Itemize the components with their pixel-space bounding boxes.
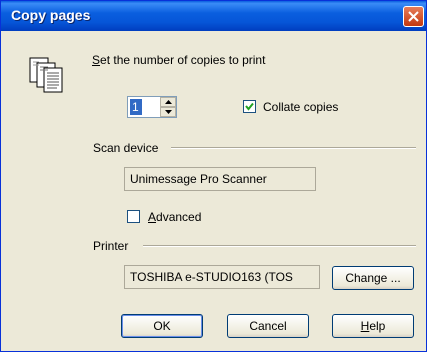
- close-icon: [408, 11, 419, 22]
- help-accel: H: [360, 319, 370, 333]
- spinner-up-button[interactable]: [160, 97, 176, 107]
- printer-heading: Printer: [93, 239, 129, 253]
- help-label: elp: [369, 319, 386, 333]
- arrow-up-icon: [164, 100, 172, 104]
- advanced-checkbox[interactable]: [127, 210, 140, 223]
- advanced-label: Advanced: [148, 210, 202, 224]
- dialog-title: Copy pages: [11, 7, 91, 23]
- change-printer-button[interactable]: Change ...: [332, 266, 414, 290]
- spinner-buttons: [160, 97, 176, 117]
- checkmark-icon: [245, 102, 254, 111]
- copies-spinner[interactable]: 1: [127, 96, 177, 118]
- printer-field: TOSHIBA e-STUDIO163 (TOS: [124, 265, 320, 289]
- ok-button[interactable]: OK: [121, 314, 203, 338]
- title-bar[interactable]: Copy pages: [1, 1, 426, 31]
- scan-device-field: Unimessage Pro Scanner: [124, 167, 316, 191]
- scan-device-separator: [171, 147, 416, 149]
- printer-separator: [143, 245, 416, 247]
- collate-label: Collate copies: [263, 100, 339, 114]
- copies-value[interactable]: 1: [130, 99, 142, 115]
- scan-device-heading: Scan device: [93, 141, 159, 155]
- spinner-down-button[interactable]: [160, 107, 176, 117]
- help-button[interactable]: Help: [332, 314, 414, 338]
- cancel-button[interactable]: Cancel: [227, 314, 309, 338]
- arrow-down-icon: [164, 110, 172, 114]
- copies-label: Set the number of copies to print: [92, 53, 266, 67]
- close-button[interactable]: [403, 6, 424, 27]
- copy-pages-dialog: Copy pages Set the number of copies to p…: [0, 0, 427, 352]
- copy-pages-icon: [29, 57, 63, 93]
- collate-checkbox[interactable]: [243, 100, 256, 113]
